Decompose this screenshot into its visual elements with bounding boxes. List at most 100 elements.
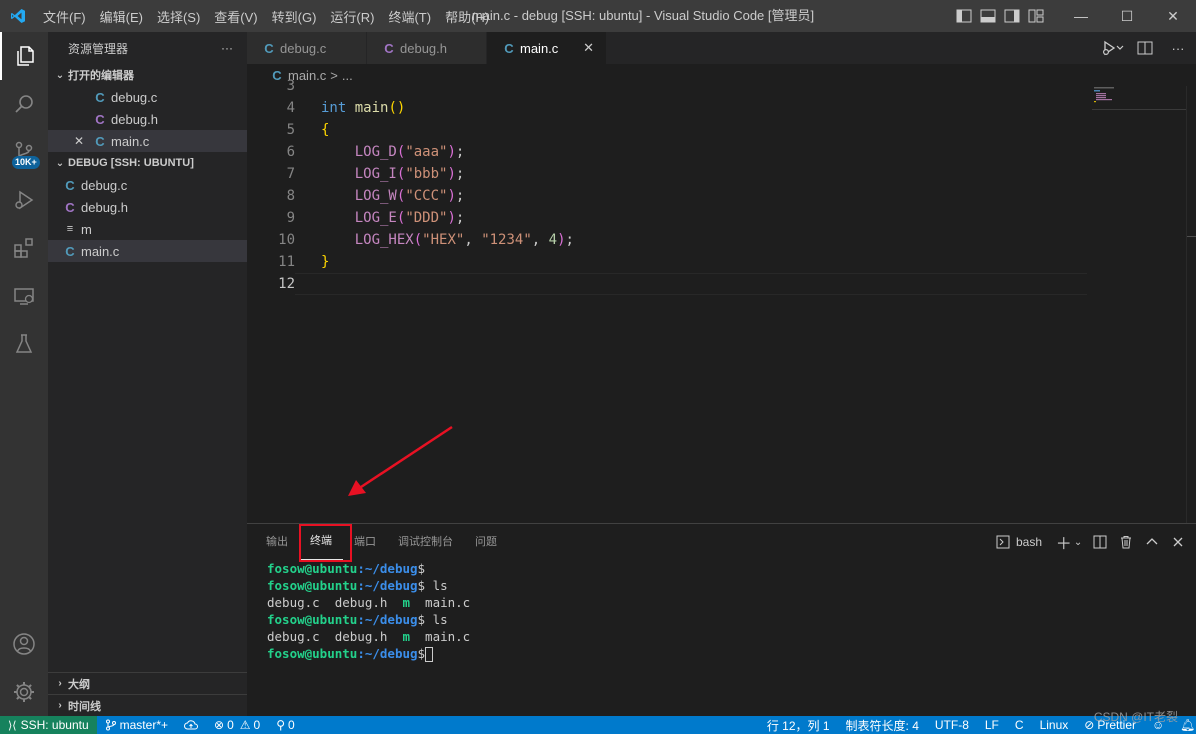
customize-layout-icon[interactable] <box>1024 0 1048 32</box>
settings-gear-icon[interactable] <box>0 668 48 716</box>
editor-actions: ··· <box>1096 32 1196 64</box>
terminal-command: ls <box>425 578 448 593</box>
editor-scrollbar[interactable] <box>1186 86 1196 523</box>
executable-file-text: m <box>402 629 410 644</box>
executable-file-text: m <box>402 595 410 610</box>
menu-file[interactable]: 文件(F) <box>36 7 93 26</box>
semicolon-token: ; <box>565 232 574 248</box>
file-tree-item[interactable]: C debug.c <box>48 174 247 196</box>
more-actions-icon[interactable]: ··· <box>1160 32 1196 64</box>
string-token: "DDD" <box>405 210 448 226</box>
file-tree-item[interactable]: C debug.h <box>48 196 247 218</box>
indentation[interactable]: 制表符长度: 4 <box>838 717 927 734</box>
remote-indicator[interactable]: ⟩⟨ SSH: ubuntu <box>0 716 97 734</box>
terminal-tab-highlight-box <box>299 524 352 562</box>
ports-indicator[interactable]: ⚲ 0 <box>268 718 302 732</box>
chevron-right-icon: › <box>58 678 62 689</box>
workspace-label: DEBUG [SSH: UBUNTU] <box>68 157 194 169</box>
watermark: CSDN @IT老裂 <box>1093 710 1178 724</box>
terminal-line: debug.c debug.h m main.c <box>267 594 1196 611</box>
h-file-icon: C <box>65 199 75 215</box>
line-number: 10 <box>278 232 295 248</box>
testing-icon[interactable] <box>0 320 48 368</box>
code-line: 4 int main() <box>247 97 1087 119</box>
tab-label: debug.h <box>400 40 447 56</box>
explorer-more-button[interactable]: ··· <box>221 41 233 55</box>
bracket-token: ( <box>413 232 423 248</box>
toggle-primary-sidebar-icon[interactable] <box>952 0 976 32</box>
bracket-token: } <box>321 254 330 270</box>
toggle-panel-icon[interactable] <box>976 0 1000 32</box>
maximize-panel-icon[interactable] <box>1142 532 1162 552</box>
end-of-line[interactable]: LF <box>977 718 1007 732</box>
language-mode[interactable]: C <box>1007 718 1032 732</box>
open-editors-section[interactable]: ⌄ 打开的编辑器 <box>48 64 247 86</box>
open-editor-item[interactable]: C debug.c <box>48 86 247 108</box>
file-name: debug.h <box>81 199 128 215</box>
tab-debug-c[interactable]: C debug.c <box>247 32 367 64</box>
run-code-icon[interactable] <box>1096 32 1130 64</box>
remote-explorer-icon[interactable] <box>0 272 48 320</box>
menu-edit[interactable]: 编辑(E) <box>93 7 150 26</box>
close-editor-icon[interactable]: ✕ <box>74 134 92 148</box>
tab-debug-h[interactable]: C debug.h <box>367 32 487 64</box>
line-number: 6 <box>286 144 295 160</box>
file-name: m <box>81 221 92 237</box>
extensions-icon[interactable] <box>0 224 48 272</box>
number-token: 4 <box>548 232 558 248</box>
cursor-position[interactable]: 行 12，列 1 <box>759 717 838 734</box>
new-terminal-icon[interactable]: ＋ ⌄ <box>1054 532 1084 553</box>
menu-terminal[interactable]: 终端(T) <box>381 7 438 26</box>
terminal-output[interactable]: fosow@ubuntu:~/debug$ fosow@ubuntu:~/deb… <box>247 560 1196 662</box>
file-tree-item[interactable]: C main.c <box>48 240 247 262</box>
close-panel-icon[interactable] <box>1168 532 1188 552</box>
os-indicator[interactable]: Linux <box>1032 718 1077 732</box>
menu-view[interactable]: 查看(V) <box>207 7 264 26</box>
tab-problems[interactable]: 问题 <box>464 524 508 560</box>
timeline-section[interactable]: › 时间线 <box>48 694 247 716</box>
menu-selection[interactable]: 选择(S) <box>150 7 207 26</box>
menu-run[interactable]: 运行(R) <box>323 7 381 26</box>
file-name: main.c <box>81 243 120 259</box>
sync-indicator[interactable] <box>176 719 206 731</box>
minimize-button[interactable]: — <box>1058 0 1104 32</box>
tab-debug-console[interactable]: 调试控制台 <box>387 524 464 560</box>
scroll-thumb[interactable] <box>1187 236 1196 237</box>
string-token: "bbb" <box>405 166 448 182</box>
terminal-output-text: main.c <box>410 595 471 610</box>
toggle-secondary-sidebar-icon[interactable] <box>1000 0 1024 32</box>
error-icon: ⊗ <box>214 718 225 732</box>
terminal-line: fosow@ubuntu:~/debug$ <box>267 645 1196 662</box>
open-editor-item[interactable]: ✕ C main.c <box>48 130 247 152</box>
code-editor[interactable]: 3 4 int main() 5{ 6 LOG_D("aaa"); 7 LOG_I… <box>247 78 1087 523</box>
accounts-icon[interactable] <box>0 620 48 668</box>
open-editor-item[interactable]: C debug.h <box>48 108 247 130</box>
split-editor-icon[interactable] <box>1130 32 1160 64</box>
close-window-button[interactable]: ✕ <box>1150 0 1196 32</box>
explorer-header: 资源管理器 ··· <box>48 32 247 64</box>
tab-output[interactable]: 输出 <box>255 524 299 560</box>
outline-section[interactable]: › 大纲 <box>48 672 247 694</box>
minimap[interactable] <box>1092 86 1186 110</box>
tab-label: debug.c <box>280 40 327 56</box>
explorer-icon[interactable] <box>0 32 48 80</box>
kill-terminal-trash-icon[interactable] <box>1116 532 1136 552</box>
workspace-section[interactable]: ⌄ DEBUG [SSH: UBUNTU] <box>48 152 247 174</box>
branch-indicator[interactable]: master*+ <box>97 718 176 732</box>
file-tree-item[interactable]: ≡ m <box>48 218 247 240</box>
close-tab-icon[interactable]: ✕ <box>583 40 594 56</box>
search-icon[interactable] <box>0 80 48 128</box>
run-debug-icon[interactable] <box>0 176 48 224</box>
encoding[interactable]: UTF-8 <box>927 718 977 732</box>
terminal-shell-selector[interactable]: bash <box>996 535 1042 549</box>
problems-indicator[interactable]: ⊗ 0 ⚠ 0 <box>206 718 268 732</box>
maximize-button[interactable]: ☐ <box>1104 0 1150 32</box>
menu-help[interactable]: 帮助(H) <box>438 7 496 26</box>
tab-main-c[interactable]: C main.c ✕ <box>487 32 607 64</box>
split-terminal-icon[interactable] <box>1090 532 1110 552</box>
line-number: 7 <box>286 166 295 182</box>
file-name: debug.h <box>111 111 158 127</box>
menu-go[interactable]: 转到(G) <box>265 7 324 26</box>
source-control-icon[interactable]: 10K+ <box>0 128 48 176</box>
terminal-line: debug.c debug.h m main.c <box>267 628 1196 645</box>
